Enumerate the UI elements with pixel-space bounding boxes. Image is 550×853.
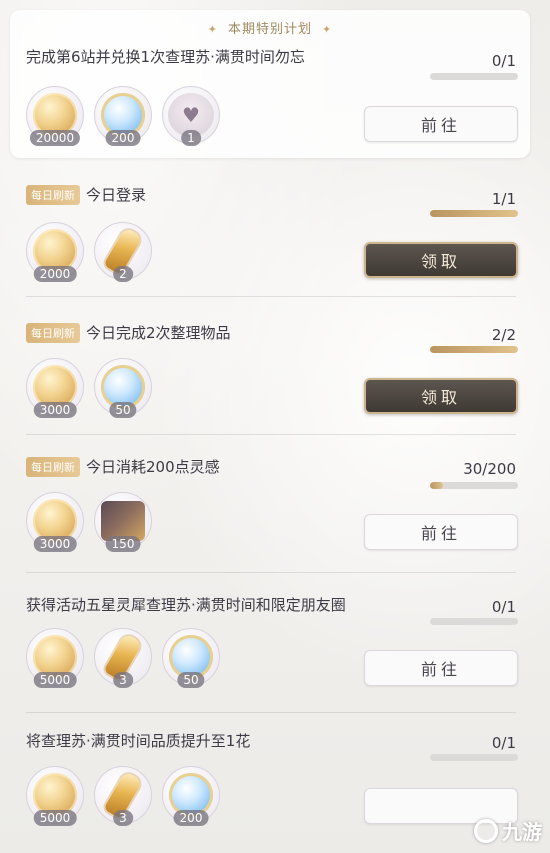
reward-list: 5000 3 50 bbox=[26, 628, 220, 688]
reward-count: 2000 bbox=[33, 266, 77, 282]
go-button[interactable]: 前往 bbox=[364, 650, 518, 686]
reward-item[interactable]: 5000 bbox=[26, 766, 84, 826]
reward-item[interactable]: 3000 bbox=[26, 358, 84, 418]
divider bbox=[26, 296, 516, 297]
claim-button[interactable]: 领取 bbox=[364, 378, 518, 414]
task-row: 将查理苏·满贯时间品质提升至1花 0/1 5000 3 200 bbox=[10, 722, 530, 853]
reward-count: 3 bbox=[113, 672, 133, 688]
reward-count: 200 bbox=[105, 130, 141, 146]
diamond-icon: ✦ bbox=[322, 23, 333, 36]
task-progress-text: 0/1 bbox=[491, 598, 516, 616]
task-row: 每日刷新 今日消耗200点灵感 30/200 3000 150 前往 bbox=[10, 446, 530, 566]
reward-item[interactable]: 200 bbox=[162, 766, 220, 826]
reward-list: 5000 3 200 bbox=[26, 766, 220, 826]
task-progress-bar bbox=[430, 618, 518, 625]
task-progress-bar bbox=[430, 754, 518, 761]
reward-count: 1 bbox=[181, 130, 201, 146]
task-row: 每日刷新 今日完成2次整理物品 2/2 3000 50 领取 bbox=[10, 308, 530, 428]
task-progress-bar bbox=[430, 482, 518, 489]
task-progress-text: 0/1 bbox=[491, 734, 516, 752]
task-progress-text: 1/1 bbox=[491, 190, 516, 208]
reward-item[interactable]: 3 bbox=[94, 628, 152, 688]
reward-count: 3000 bbox=[33, 402, 77, 418]
special-plan-header: ✦ 本期特别计划 ✦ bbox=[207, 22, 333, 37]
reward-list: 2000 2 bbox=[26, 222, 152, 282]
reward-item[interactable]: 50 bbox=[94, 358, 152, 418]
task-row: 获得活动五星灵犀查理苏·满贯时间和限定朋友圈 0/1 5000 3 50 前往 bbox=[10, 584, 530, 704]
daily-refresh-badge: 每日刷新 bbox=[26, 456, 80, 477]
reward-count: 3 bbox=[113, 810, 133, 826]
film-camera-icon bbox=[101, 501, 145, 541]
reward-count: 200 bbox=[173, 810, 209, 826]
ninegame-logo-icon bbox=[474, 818, 498, 843]
reward-item[interactable]: 2000 bbox=[26, 222, 84, 282]
reward-item[interactable]: 50 bbox=[162, 628, 220, 688]
reward-item[interactable]: 2 bbox=[94, 222, 152, 282]
task-title: 将查理苏·满贯时间品质提升至1花 bbox=[26, 732, 251, 750]
go-button[interactable]: 前往 bbox=[364, 514, 518, 550]
claim-button[interactable]: 领取 bbox=[364, 242, 518, 278]
divider bbox=[26, 572, 516, 573]
watermark: 九游 bbox=[474, 816, 542, 845]
reward-item[interactable]: 150 bbox=[94, 492, 152, 552]
reward-count: 5000 bbox=[33, 810, 77, 826]
task-row: 每日刷新 今日登录 1/1 2000 2 领取 bbox=[10, 172, 530, 292]
divider bbox=[26, 434, 516, 435]
reward-count: 3000 bbox=[33, 536, 77, 552]
reward-count: 50 bbox=[177, 672, 205, 688]
reward-list: 3000 150 bbox=[26, 492, 152, 552]
reward-count: 50 bbox=[109, 402, 137, 418]
task-progress-bar bbox=[430, 73, 518, 80]
reward-count: 150 bbox=[105, 536, 141, 552]
reward-item[interactable]: 200 bbox=[94, 86, 152, 146]
reward-count: 5000 bbox=[33, 672, 77, 688]
go-button[interactable]: 前往 bbox=[364, 106, 518, 142]
daily-refresh-badge: 每日刷新 bbox=[26, 184, 80, 205]
task-progress-text: 2/2 bbox=[491, 326, 516, 344]
reward-list: 20000 200 ♥ 1 bbox=[26, 86, 220, 146]
reward-count: 20000 bbox=[29, 130, 81, 146]
divider bbox=[26, 712, 516, 713]
reward-list: 3000 50 bbox=[26, 358, 152, 418]
task-progress-bar bbox=[430, 210, 518, 217]
task-title: 完成第6站并兑换1次查理苏·满贯时间勿忘 bbox=[26, 48, 305, 66]
reward-item[interactable]: 3000 bbox=[26, 492, 84, 552]
reward-item[interactable]: 5000 bbox=[26, 628, 84, 688]
task-title: 每日刷新 今日登录 bbox=[26, 184, 146, 205]
task-title: 每日刷新 今日消耗200点灵感 bbox=[26, 456, 220, 477]
task-title: 获得活动五星灵犀查理苏·满贯时间和限定朋友圈 bbox=[26, 596, 346, 614]
task-progress-bar bbox=[430, 346, 518, 353]
reward-item[interactable]: 3 bbox=[94, 766, 152, 826]
task-title: 每日刷新 今日完成2次整理物品 bbox=[26, 322, 231, 343]
reward-item[interactable]: 20000 bbox=[26, 86, 84, 146]
reward-item[interactable]: ♥ 1 bbox=[162, 86, 220, 146]
task-progress-text: 30/200 bbox=[463, 460, 516, 478]
diamond-icon: ✦ bbox=[207, 23, 218, 36]
task-progress-text: 0/1 bbox=[491, 52, 516, 70]
reward-count: 2 bbox=[113, 266, 133, 282]
daily-refresh-badge: 每日刷新 bbox=[26, 322, 80, 343]
special-plan-card: ✦ 本期特别计划 ✦ 完成第6站并兑换1次查理苏·满贯时间勿忘 0/1 20000 … bbox=[10, 10, 530, 158]
